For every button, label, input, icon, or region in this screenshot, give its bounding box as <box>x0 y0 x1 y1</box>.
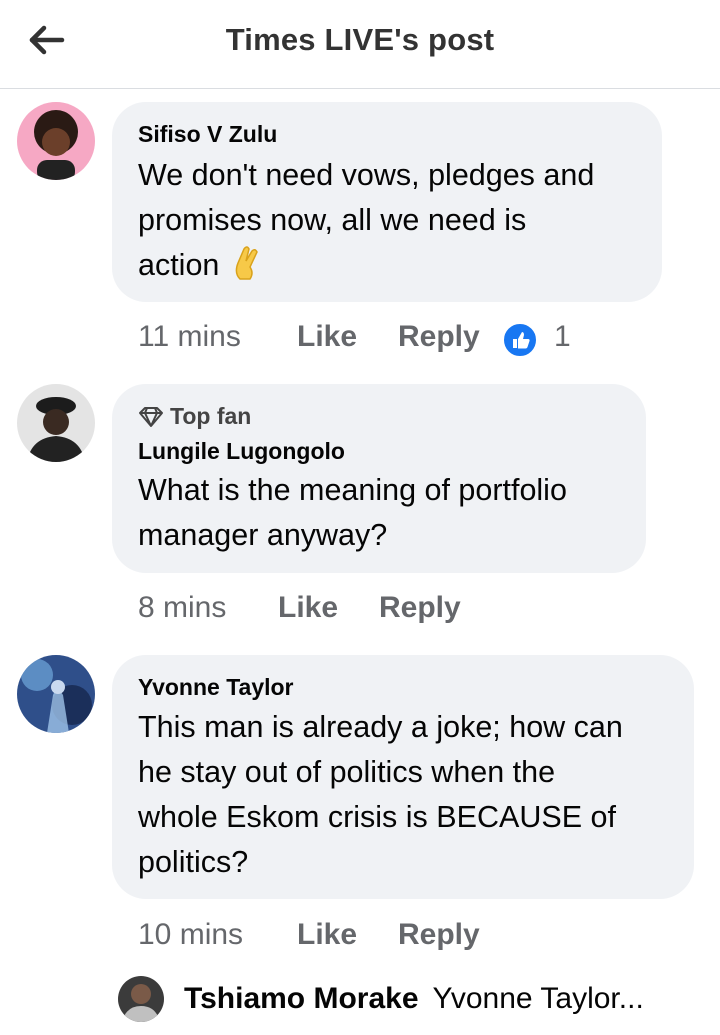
like-button[interactable]: Like <box>278 591 338 625</box>
comment-timestamp: 10 mins <box>138 918 244 951</box>
comment-text: What is the meaning of portfolio manager… <box>138 473 567 552</box>
comment-author[interactable]: Sifiso V Zulu <box>138 121 277 148</box>
top-fan-badge: Top fan <box>138 403 251 430</box>
reply-preview[interactable]: Tshiamo Morake Yvonne Taylor... <box>118 974 644 1024</box>
comment-timestamp: 8 mins <box>138 591 227 624</box>
avatar[interactable] <box>118 976 164 1022</box>
diamond-icon <box>139 406 163 427</box>
reply-button[interactable]: Reply <box>398 918 480 952</box>
crossed-fingers-icon <box>235 246 258 280</box>
comment-timestamp: 11 mins <box>138 320 241 353</box>
comment-text: This man is already a joke; how can he s… <box>138 710 623 879</box>
thumbs-up-icon[interactable] <box>502 322 538 358</box>
reply-button[interactable]: Reply <box>379 591 461 625</box>
avatar[interactable] <box>17 655 95 733</box>
avatar[interactable] <box>17 384 95 462</box>
reply-button[interactable]: Reply <box>398 320 480 354</box>
reaction-count: 1 <box>554 320 571 353</box>
reply-author[interactable]: Tshiamo Morake <box>184 982 419 1016</box>
comment-text: We don't need vows, pledges and promises… <box>138 158 595 282</box>
like-button[interactable]: Like <box>297 918 357 952</box>
comment-author[interactable]: Lungile Lugongolo <box>138 438 345 465</box>
reply-text: Yvonne Taylor... <box>432 982 644 1015</box>
avatar[interactable] <box>17 102 95 180</box>
comment-author[interactable]: Yvonne Taylor <box>138 674 294 701</box>
page-title: Times LIVE's post <box>225 22 495 57</box>
post-header: Times LIVE's post <box>0 0 720 89</box>
like-button[interactable]: Like <box>297 320 357 354</box>
